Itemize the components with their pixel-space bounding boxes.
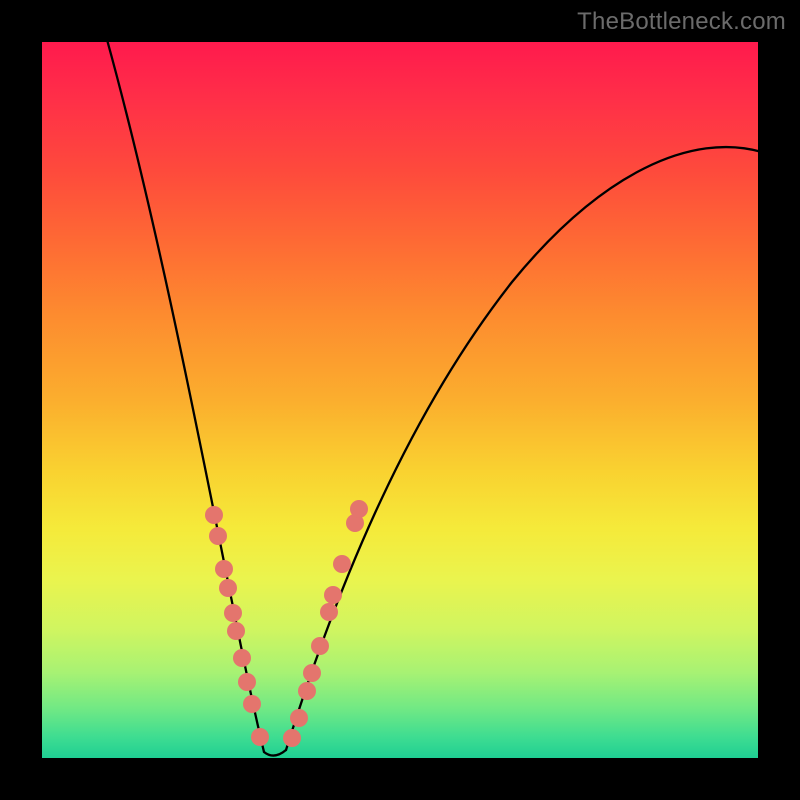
data-dot bbox=[224, 604, 242, 622]
curve-layer bbox=[42, 42, 758, 758]
curve-left bbox=[106, 36, 264, 752]
data-dot bbox=[233, 649, 251, 667]
data-dot bbox=[209, 527, 227, 545]
data-dot bbox=[350, 500, 368, 518]
data-dot bbox=[333, 555, 351, 573]
data-dot bbox=[243, 695, 261, 713]
data-dot bbox=[283, 729, 301, 747]
data-dot bbox=[320, 603, 338, 621]
curve-valley bbox=[264, 750, 286, 756]
data-dot bbox=[238, 673, 256, 691]
data-dot bbox=[324, 586, 342, 604]
plot-area bbox=[42, 42, 758, 758]
data-dot bbox=[251, 728, 269, 746]
curve-right bbox=[286, 147, 762, 750]
data-dot bbox=[298, 682, 316, 700]
data-dot bbox=[290, 709, 308, 727]
data-dot bbox=[219, 579, 237, 597]
watermark-text: TheBottleneck.com bbox=[577, 8, 786, 36]
data-dot bbox=[311, 637, 329, 655]
data-dot bbox=[227, 622, 245, 640]
data-dot bbox=[215, 560, 233, 578]
data-dot bbox=[205, 506, 223, 524]
chart-frame: TheBottleneck.com bbox=[0, 0, 800, 800]
data-dot bbox=[303, 664, 321, 682]
